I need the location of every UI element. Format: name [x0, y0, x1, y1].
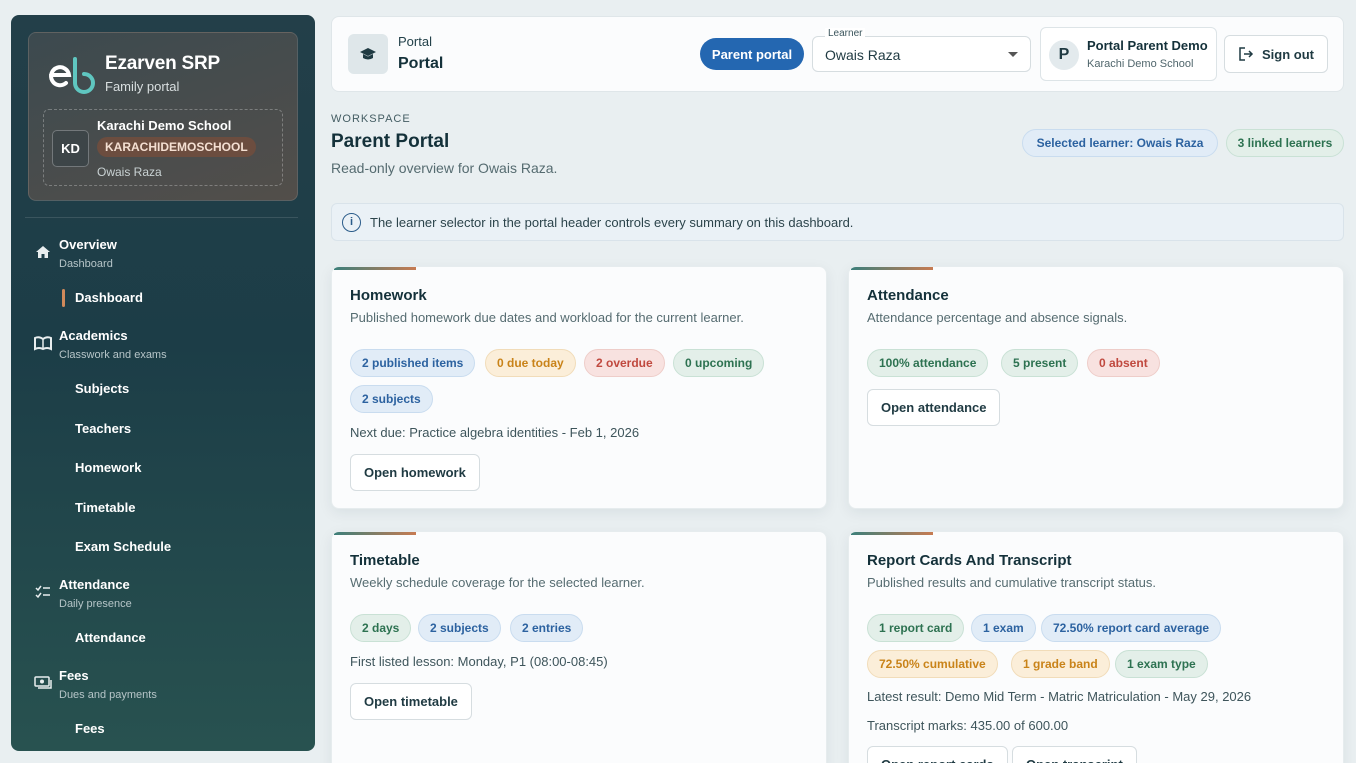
status-badge: 2 overdue — [584, 349, 665, 377]
nav-group-title[interactable]: Academics — [59, 328, 128, 343]
status-badge: 1 exam — [971, 614, 1036, 642]
user-profile[interactable]: P Portal Parent Demo Karachi Demo School — [1040, 27, 1217, 81]
workspace-kicker: WORKSPACE — [331, 113, 411, 125]
status-badge: 1 exam type — [1115, 650, 1208, 678]
selected-learner-badge: Selected learner: Owais Raza — [1022, 129, 1218, 157]
status-badge: 72.50% report card average — [1041, 614, 1222, 642]
user-school: Karachi Demo School — [1087, 58, 1194, 70]
status-badge: 100% attendance — [867, 349, 989, 377]
attendance-card: Attendance Attendance percentage and abs… — [848, 266, 1344, 509]
learner-select-value: Owais Raza — [825, 47, 901, 63]
open-homework-button[interactable]: Open homework — [350, 454, 480, 491]
status-badge: 0 upcoming — [673, 349, 765, 377]
homework-card: Homework Published homework due dates an… — [331, 266, 827, 509]
sidebar-divider — [25, 217, 298, 218]
status-badge: 2 subjects — [418, 614, 501, 642]
sidebar-item-exam-schedule[interactable]: Exam Schedule — [75, 539, 171, 554]
brand-logo — [49, 57, 95, 94]
card-title: Report Cards And Transcript — [867, 552, 1072, 569]
book-open-icon — [33, 335, 53, 355]
sidebar: Ezarven SRP Family portal KD Karachi Dem… — [11, 15, 315, 751]
portal-title: Portal — [398, 55, 444, 72]
card-description: Attendance percentage and absence signal… — [867, 310, 1128, 325]
sidebar-item-teachers[interactable]: Teachers — [75, 421, 131, 436]
first-lesson-text: First listed lesson: Monday, P1 (08:00-0… — [350, 654, 608, 669]
report-cards-card: Report Cards And Transcript Published re… — [848, 531, 1344, 763]
card-description: Published results and cumulative transcr… — [867, 575, 1157, 590]
open-transcript-button[interactable]: Open transcript — [1012, 746, 1137, 763]
status-badge: 5 present — [1001, 349, 1079, 377]
status-badge: 1 report card — [867, 614, 965, 642]
portal-kicker: Portal — [398, 34, 432, 49]
avatar: P — [1049, 40, 1079, 70]
nav-group-title[interactable]: Attendance — [59, 577, 130, 592]
active-indicator — [62, 289, 65, 307]
linked-learners-badge: 3 linked learners — [1226, 129, 1344, 157]
status-badge: 1 grade band — [1011, 650, 1110, 678]
checklist-icon — [33, 584, 53, 604]
card-accent — [334, 532, 416, 535]
school-avatar: KD — [52, 130, 89, 167]
card-accent — [851, 267, 933, 270]
nav-group-title[interactable]: Overview — [59, 237, 117, 252]
nav-group-title[interactable]: Fees — [59, 668, 89, 683]
sidebar-item-attendance[interactable]: Attendance — [75, 630, 146, 645]
latest-result-text: Latest result: Demo Mid Term - Matric Ma… — [867, 689, 1252, 704]
card-accent — [334, 267, 416, 270]
info-banner: i The learner selector in the portal hea… — [331, 203, 1344, 241]
school-learner: Owais Raza — [97, 165, 162, 179]
status-badge: 0 due today — [485, 349, 576, 377]
user-name: Portal Parent Demo — [1087, 38, 1208, 53]
sidebar-item-homework[interactable]: Homework — [75, 460, 141, 475]
sign-out-label: Sign out — [1262, 46, 1314, 62]
status-badge: 72.50% cumulative — [867, 650, 998, 678]
card-title: Homework — [350, 287, 427, 304]
parent-portal-pill[interactable]: Parent portal — [700, 38, 804, 70]
sign-out-icon — [1239, 47, 1254, 61]
open-report-cards-button[interactable]: Open report cards — [867, 746, 1008, 763]
status-badge: 2 subjects — [350, 385, 433, 413]
page-subtitle: Read-only overview for Owais Raza. — [331, 160, 558, 176]
card-description: Published homework due dates and workloa… — [350, 310, 744, 325]
open-attendance-button[interactable]: Open attendance — [867, 389, 1001, 426]
school-switcher[interactable]: KD Karachi Demo School KARACHIDEMOSCHOOL… — [43, 109, 283, 186]
next-due-text: Next due: Practice algebra identities - … — [350, 425, 640, 440]
portal-header: Portal Portal Parent portal Owais Raza L… — [331, 16, 1344, 92]
nav-group-subtitle: Dues and payments — [59, 689, 157, 701]
card-description: Weekly schedule coverage for the selecte… — [350, 575, 645, 590]
sidebar-item-dashboard[interactable]: Dashboard — [75, 290, 143, 305]
info-text: The learner selector in the portal heade… — [370, 215, 854, 230]
home-icon — [33, 244, 53, 264]
transcript-marks-text: Transcript marks: 435.00 of 600.00 — [867, 718, 1069, 733]
school-code-badge: KARACHIDEMOSCHOOL — [97, 137, 256, 157]
brand-subtitle: Family portal — [105, 79, 180, 94]
learner-label: Learner — [825, 28, 866, 39]
status-badge: 0 absent — [1087, 349, 1160, 377]
learner-select[interactable]: Owais Raza — [812, 36, 1031, 72]
nav-group-subtitle: Daily presence — [59, 598, 132, 610]
page-title: Parent Portal — [331, 131, 450, 152]
school-name: Karachi Demo School — [97, 118, 232, 133]
brand-card: Ezarven SRP Family portal KD Karachi Dem… — [28, 32, 298, 201]
status-badge: 2 days — [350, 614, 412, 642]
sign-out-button[interactable]: Sign out — [1224, 35, 1328, 73]
status-badge: 2 entries — [510, 614, 584, 642]
chevron-down-icon — [1008, 52, 1018, 57]
status-badge: 2 published items — [350, 349, 476, 377]
open-timetable-button[interactable]: Open timetable — [350, 683, 472, 720]
nav-group-subtitle: Classwork and exams — [59, 349, 167, 361]
info-icon: i — [342, 213, 361, 232]
brand-title: Ezarven SRP — [105, 53, 221, 74]
timetable-card: Timetable Weekly schedule coverage for t… — [331, 531, 827, 763]
money-icon — [33, 675, 53, 695]
card-title: Attendance — [867, 287, 949, 304]
card-accent — [851, 532, 933, 535]
graduation-cap-icon — [348, 34, 388, 74]
sidebar-item-timetable[interactable]: Timetable — [75, 500, 135, 515]
nav-group-subtitle: Dashboard — [59, 258, 113, 270]
card-title: Timetable — [350, 552, 420, 569]
sidebar-item-fees[interactable]: Fees — [75, 721, 105, 736]
sidebar-item-subjects[interactable]: Subjects — [75, 381, 129, 396]
